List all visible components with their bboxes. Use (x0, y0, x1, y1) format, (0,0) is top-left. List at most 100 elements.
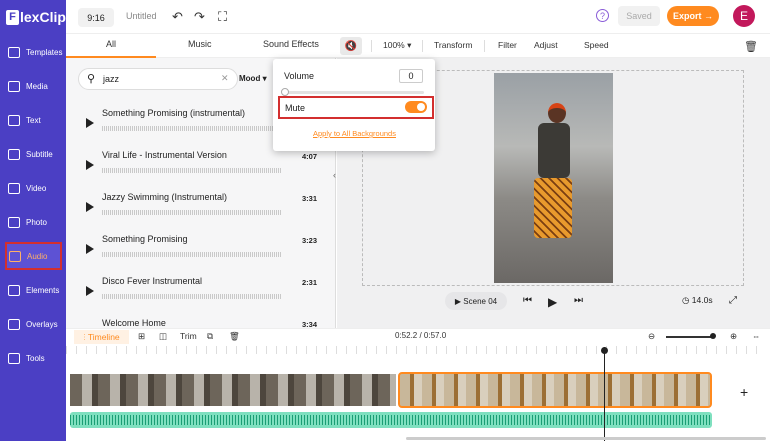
overlays-icon (8, 318, 20, 330)
sidebar-item-video[interactable]: Video (0, 174, 66, 202)
undo-icon[interactable]: ↶ (172, 9, 183, 25)
sidebar-item-subtitle[interactable]: Subtitle (0, 140, 66, 168)
sidebar-item-audio[interactable]: Audio (5, 242, 62, 270)
track-name: Something Promising (102, 234, 188, 244)
chevron-down-icon: ▾ (407, 40, 412, 50)
tab-all[interactable]: All (106, 39, 116, 49)
delete-icon[interactable]: 🗑 (229, 331, 240, 342)
mood-label: Mood (239, 74, 261, 83)
play-icon[interactable] (86, 160, 94, 170)
sidebar-item-label: Audio (27, 251, 48, 261)
logo[interactable]: F lexClip (0, 0, 66, 34)
split-icon[interactable]: ◫ (159, 331, 167, 342)
transform-button[interactable]: Transform (434, 40, 472, 50)
sidebar-item-elements[interactable]: Elements (0, 276, 66, 304)
sidebar-item-label: Tools (26, 353, 45, 363)
avatar[interactable]: E (733, 5, 755, 27)
mood-filter[interactable]: Mood ▾ (239, 74, 267, 83)
export-button[interactable]: Export → (667, 6, 719, 26)
add-scene-icon[interactable]: + (740, 384, 748, 400)
sidebar-item-label: Video (26, 183, 47, 193)
help-icon[interactable]: ? (596, 9, 609, 22)
skip-forward-icon[interactable]: ⏭ (574, 295, 583, 306)
sidebar-item-overlays[interactable]: Overlays (0, 310, 66, 338)
collapse-panel-icon[interactable]: ‹ (333, 170, 336, 180)
waveform (102, 252, 282, 257)
timeline-button[interactable]: ⫶ Timeline (74, 330, 129, 344)
add-icon[interactable]: ⊞ (138, 331, 145, 342)
duplicate-icon[interactable]: ⧉ (207, 331, 213, 342)
filter-button[interactable]: Filter (498, 40, 517, 50)
audio-track[interactable] (70, 412, 712, 428)
zoom-slider[interactable] (666, 336, 712, 338)
saved-button[interactable]: Saved (618, 6, 660, 26)
scene-photo[interactable] (494, 73, 613, 283)
video-clip[interactable] (70, 374, 396, 406)
zoom-dropdown[interactable]: 100% ▾ (383, 40, 411, 51)
track-duration: 3:31 (302, 194, 318, 203)
play-icon[interactable] (86, 286, 94, 296)
fit-timeline-icon[interactable]: ⇔ (752, 331, 761, 341)
track-duration: 3:23 (302, 236, 318, 245)
timeline-time: 0:52.2 / 0:57.0 (395, 331, 447, 340)
volume-popup: Volume 0 Mute Apply to All Backgrounds (273, 59, 435, 151)
duration-value: 14.0s (691, 295, 713, 305)
fullscreen-icon[interactable]: ⛶ (218, 9, 227, 25)
list-item[interactable]: Something Promising 3:23 (76, 230, 326, 270)
timeline-scrollbar[interactable] (406, 437, 766, 440)
zoom-out-icon[interactable]: ⊖ (648, 331, 655, 342)
play-icon[interactable] (86, 118, 94, 128)
redo-icon[interactable]: ↷ (194, 9, 205, 25)
scene-selector[interactable]: ▶ Scene 04 (445, 292, 507, 310)
search-icon: ⚲ (87, 73, 96, 85)
subtitle-icon (8, 148, 20, 160)
play-icon[interactable] (86, 244, 94, 254)
sidebar-item-templates[interactable]: Templates (0, 38, 66, 66)
sidebar-item-text[interactable]: Text (0, 106, 66, 134)
skip-back-icon[interactable]: ⏮ (523, 295, 532, 306)
playhead[interactable] (601, 347, 608, 441)
sidebar-item-tools[interactable]: Tools (0, 344, 66, 372)
track-name: Disco Fever Instrumental (102, 276, 203, 286)
divider (371, 40, 372, 52)
sidebar-item-label: Subtitle (26, 149, 53, 159)
tools-icon (8, 352, 20, 364)
zoom-in-icon[interactable]: ⊕ (730, 331, 737, 342)
list-item[interactable]: Jazzy Swimming (Instrumental) 3:31 (76, 188, 326, 228)
track-name: Jazzy Swimming (Instrumental) (102, 192, 228, 202)
speed-button[interactable]: Speed (584, 40, 609, 50)
text-icon (8, 114, 20, 126)
duration-display[interactable]: ◷ 14.0s (682, 295, 713, 306)
waveform (102, 210, 282, 215)
dancer-figure (538, 123, 570, 178)
mute-toggle[interactable] (405, 101, 427, 113)
clear-icon[interactable]: ✕ (221, 73, 229, 84)
project-title[interactable]: Untitled (126, 11, 157, 21)
trash-icon[interactable]: 🗑 (744, 40, 758, 53)
tab-music[interactable]: Music (188, 39, 212, 49)
volume-slider[interactable] (281, 88, 424, 96)
mute-speaker-icon[interactable]: 🔇 (340, 37, 362, 55)
trim-button[interactable]: Trim (180, 331, 197, 341)
aspect-ratio-button[interactable]: 9:16 (78, 8, 114, 27)
play-icon[interactable] (86, 202, 94, 212)
sidebar-item-media[interactable]: Media (0, 72, 66, 100)
fit-screen-icon[interactable]: ⤢ (729, 295, 737, 306)
elements-icon (8, 284, 20, 296)
time-ruler[interactable] (66, 346, 766, 354)
slider-handle[interactable] (281, 88, 289, 96)
selected-video-clip[interactable] (398, 372, 712, 408)
list-item[interactable]: Viral Life - Instrumental Version 4:07 (76, 146, 326, 186)
tab-sound-effects[interactable]: Sound Effects (263, 39, 319, 49)
zoom-slider-handle[interactable] (710, 333, 716, 339)
list-item[interactable]: Welcome Home 3:34 (76, 314, 326, 328)
sidebar-item-photo[interactable]: Photo (0, 208, 66, 236)
sidebar-item-label: Media (26, 81, 48, 91)
apply-all-link[interactable]: Apply to All Backgrounds (313, 129, 396, 138)
sidebar-item-label: Overlays (26, 319, 58, 329)
adjust-button[interactable]: Adjust (534, 40, 558, 50)
search-input[interactable]: ⚲ jazz ✕ (78, 68, 238, 90)
play-button[interactable]: ▶ (548, 295, 557, 309)
list-item[interactable]: Disco Fever Instrumental 2:31 (76, 272, 326, 312)
volume-input[interactable]: 0 (399, 69, 423, 83)
